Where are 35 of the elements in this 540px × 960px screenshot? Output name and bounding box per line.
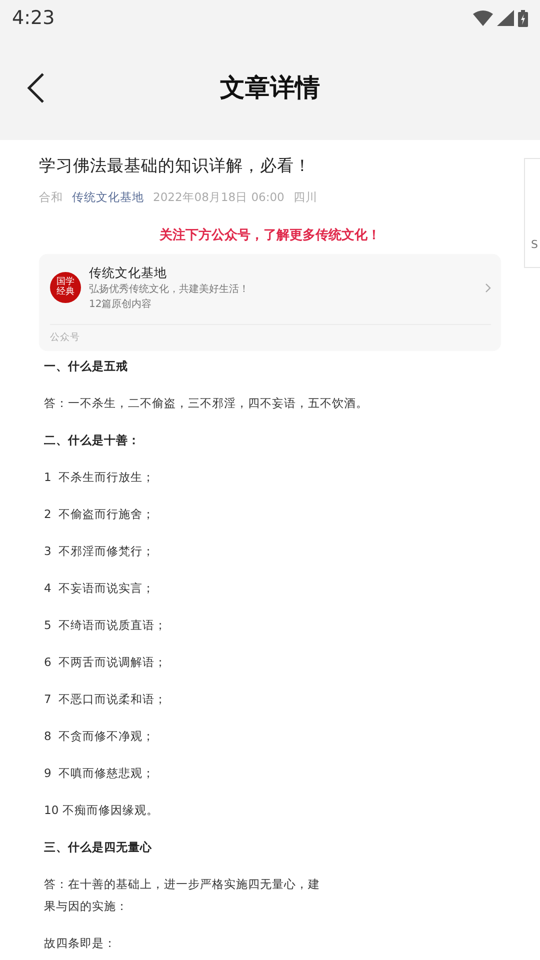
page-title: 文章详情 (220, 72, 320, 104)
paragraph: 6 不两舌而说调解语； (44, 654, 168, 670)
paragraph: 1 不杀生而行放生； (44, 468, 156, 486)
account-slogan: 弘扬优秀传统文化，共建美好生活！ (89, 282, 250, 298)
account-card[interactable]: 国学经典 传统文化基地 弘扬优秀传统文化，共建美好生活！ 12篇原创内容 公众号 (39, 254, 501, 350)
paragraph: 4 不妄语而说实言； (44, 580, 156, 596)
paragraph: 10 不痴而修因缘观。 (44, 802, 160, 818)
paragraph: 7 不恶口而说柔和语； (44, 690, 168, 708)
side-card-text: S (531, 238, 538, 251)
article-title: 学习佛法最基础的知识详解，必看！ (39, 155, 312, 177)
article-author: 合和 (39, 188, 63, 206)
section-heading: 三、什么是四无量心 (44, 838, 153, 856)
battery-icon (518, 10, 528, 26)
follow-notice: 关注下方公众号，了解更多传统文化！ (158, 226, 382, 245)
wifi-icon (473, 10, 493, 26)
paragraph: 5 不绮语而说质直语； (44, 616, 168, 634)
section-heading: 一、什么是五戒 (44, 358, 129, 374)
paragraph: 9 不嗔而修慈悲观； (44, 764, 156, 782)
card-footer-label: 公众号 (50, 332, 80, 344)
paragraph: 3 不邪淫而修梵行； (44, 542, 156, 560)
paragraph: 故四条即是： (44, 934, 117, 952)
paragraph: 答：在十善的基础上，进一步严格实施四无量心，建 果与因的实施： (44, 876, 321, 914)
account-logo: 国学经典 (50, 272, 81, 304)
article-location: 四川 (293, 188, 318, 206)
signal-icon (497, 10, 514, 26)
article-count: 12篇原创内容 (89, 298, 153, 312)
section-heading: 二、什么是十善： (44, 432, 141, 448)
chevron-right-icon (485, 282, 491, 293)
account-name: 传统文化基地 (89, 264, 168, 282)
article-date: 2022年08月18日 06:00 (153, 188, 284, 206)
account-link[interactable]: 传统文化基地 (72, 188, 144, 206)
paragraph: 答：一不杀生，二不偷盗，三不邪淫，四不妄语，五不饮酒。 (44, 394, 369, 412)
paragraph: 2 不偷盗而行施舍； (44, 506, 156, 522)
status-time: 4:23 (12, 6, 55, 31)
paragraph: 8 不贪而修不净观； (44, 728, 156, 744)
